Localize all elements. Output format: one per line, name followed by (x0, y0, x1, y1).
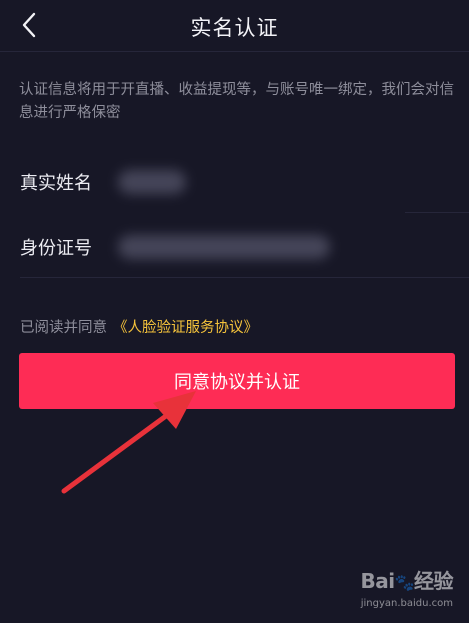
id-number-row[interactable]: 身份证号 (0, 218, 469, 278)
agreement-text: 已阅读并同意 《人脸验证服务协议》 (20, 316, 258, 337)
agree-and-verify-button[interactable]: 同意协议并认证 (19, 353, 455, 409)
baidu-jingyan-watermark: Bai🐾经验 jingyan.baidu.com (343, 565, 453, 609)
privacy-notice: 认证信息将用于开直播、收益提现等，与账号唯一绑定，我们会对信息进行严格保密 (19, 82, 454, 121)
divider (20, 277, 469, 278)
nav-header: 实名认证 (0, 0, 469, 52)
watermark-url: jingyan.baidu.com (360, 598, 453, 609)
real-name-row[interactable]: 真实姓名 (0, 153, 469, 213)
page-title: 实名认证 (190, 16, 279, 40)
watermark-logo: Bai🐾经验 (360, 569, 453, 593)
face-verification-agreement-link[interactable]: 《人脸验证服务协议》 (113, 320, 258, 336)
divider (405, 212, 469, 213)
real-name-field[interactable] (118, 170, 186, 194)
real-name-label: 真实姓名 (20, 173, 92, 194)
id-number-field[interactable] (118, 235, 330, 259)
id-number-label: 身份证号 (20, 238, 92, 259)
paw-icon: 🐾 (394, 573, 415, 592)
agreement-prefix: 已阅读并同意 (20, 320, 107, 336)
